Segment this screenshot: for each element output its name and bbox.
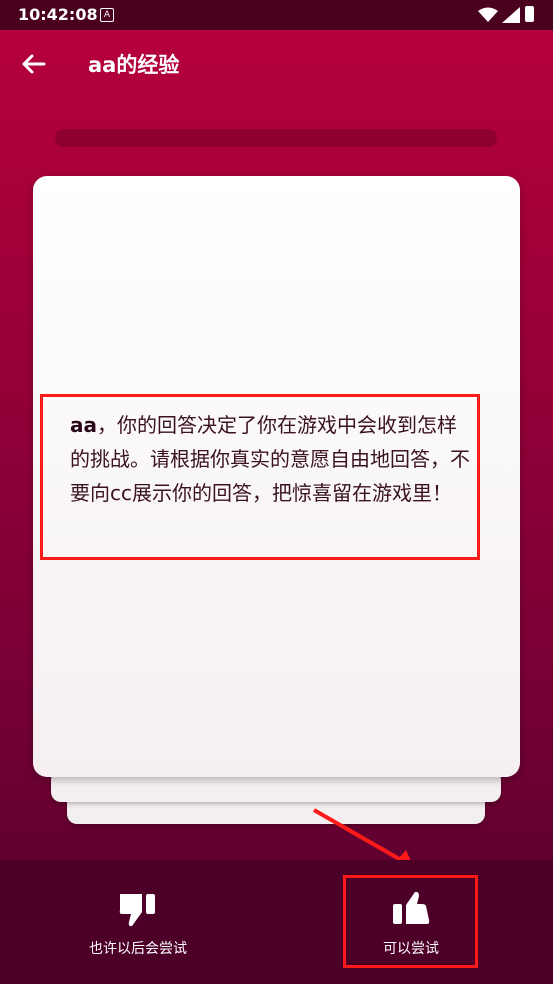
back-button[interactable] [18, 50, 50, 78]
page-title: aa的经验 [88, 53, 180, 77]
arrow-left-icon [22, 54, 46, 74]
signal-icon [502, 7, 520, 23]
can-try-highlight-box [343, 875, 478, 968]
thumbs-down-icon [119, 894, 155, 927]
status-bar: 10:42:08 A [0, 0, 553, 30]
wifi-icon [478, 7, 498, 22]
notification-icon: A [100, 8, 114, 22]
status-time: 10:42:08 [18, 5, 98, 24]
app-bar: aa的经验 [0, 30, 553, 96]
maybe-later-label: 也许以后会尝试 [89, 941, 187, 957]
progress-track [55, 129, 497, 147]
player-name: aa [70, 413, 97, 437]
battery-icon [525, 6, 534, 22]
card-message-text: ，你的回答决定了你在游戏中会收到怎样的挑战。请根据你真实的意愿自由地回答，不要向… [70, 413, 470, 505]
card-message: aa，你的回答决定了你在游戏中会收到怎样的挑战。请根据你真实的意愿自由地回答，不… [70, 408, 475, 510]
maybe-later-button[interactable]: 也许以后会尝试 [58, 890, 218, 958]
